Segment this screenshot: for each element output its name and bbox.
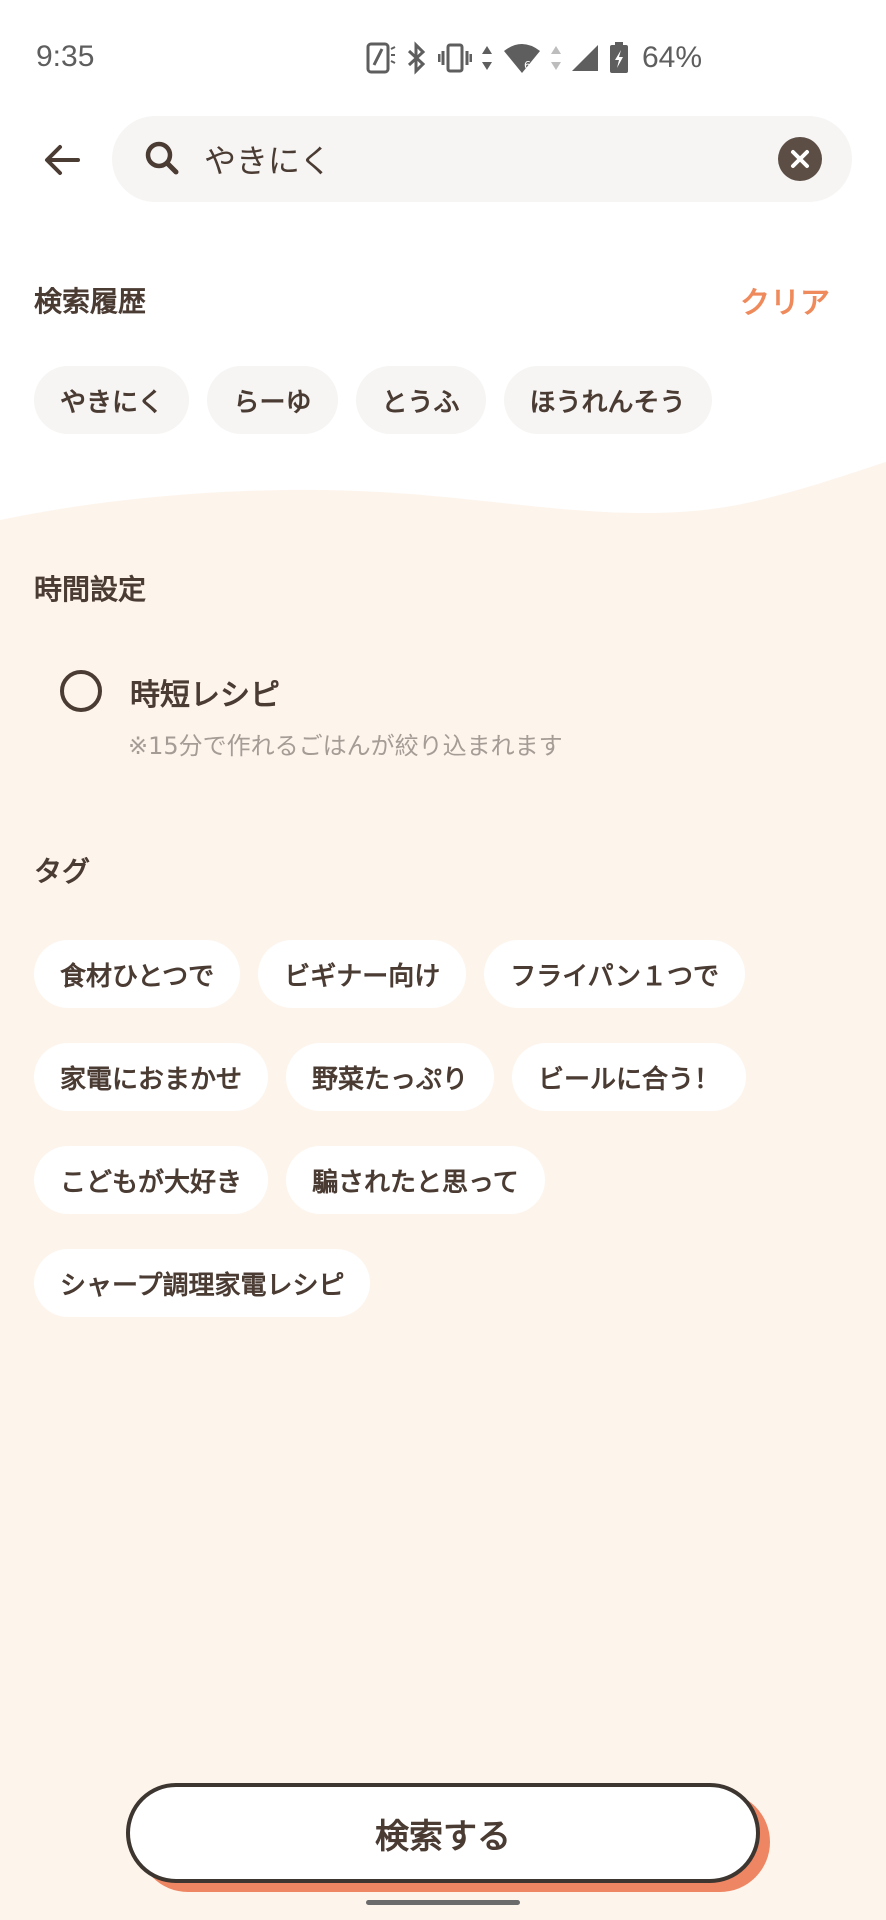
clear-history-button[interactable]: クリア: [740, 278, 830, 322]
tag-chip[interactable]: 騙されたと思って: [286, 1146, 545, 1214]
battery-percent: 64%: [642, 41, 703, 74]
wifi-icon: 6: [504, 44, 540, 73]
history-chip[interactable]: らーゆ: [207, 366, 338, 434]
history-chip[interactable]: ほうれんそう: [503, 366, 712, 434]
quick-recipe-note: ※15分で作れるごはんが絞り込まれます: [128, 732, 563, 760]
tag-chip[interactable]: こどもが大好き: [34, 1146, 269, 1214]
search-bar[interactable]: [112, 116, 852, 202]
history-title: 検索履歴: [34, 285, 147, 318]
vibrate-icon: [438, 43, 472, 73]
tag-chip[interactable]: ビールに合う！: [512, 1043, 747, 1111]
search-input[interactable]: [204, 132, 764, 186]
data-arrows-light-icon: [551, 46, 561, 70]
search-submit-button[interactable]: 検索する: [126, 1783, 760, 1883]
tag-chip[interactable]: フライパン１つで: [484, 940, 745, 1008]
search-icon: [145, 141, 179, 175]
tag-row: こどもが大好き 騙されたと思って: [34, 1146, 545, 1214]
tag-chip[interactable]: シャープ調理家電レシピ: [34, 1249, 371, 1317]
tag-row: 家電におまかせ 野菜たっぷり ビールに合う！: [34, 1043, 747, 1111]
history-chip-list: やきにく らーゆ とうふ ほうれんそう: [34, 366, 712, 434]
tag-chip[interactable]: 家電におまかせ: [34, 1043, 269, 1111]
tag-row: 食材ひとつで ビギナー向け フライパン１つで: [34, 940, 745, 1008]
home-indicator[interactable]: [366, 1900, 520, 1905]
history-chip[interactable]: とうふ: [355, 366, 486, 434]
status-bar: 9:35 6 64%: [0, 0, 886, 118]
close-icon: [791, 150, 809, 168]
tag-chip[interactable]: 野菜たっぷり: [286, 1043, 495, 1111]
time-setting-title: 時間設定: [34, 573, 147, 606]
tag-chip[interactable]: ビギナー向け: [258, 940, 467, 1008]
tag-row: シャープ調理家電レシピ: [34, 1249, 371, 1317]
history-chip[interactable]: やきにく: [34, 366, 190, 434]
signal-icon: [572, 45, 598, 71]
arrow-left-icon: [45, 145, 80, 175]
tags-title: タグ: [34, 855, 91, 888]
quick-recipe-label[interactable]: 時短レシピ: [130, 670, 280, 714]
bluetooth-icon: [407, 41, 426, 75]
nfc-icon: [366, 42, 396, 74]
status-icons: 6 64%: [366, 38, 702, 78]
battery-icon: [610, 42, 628, 73]
quick-recipe-radio[interactable]: [60, 670, 102, 712]
data-arrows-icon: [482, 46, 492, 70]
back-button[interactable]: [34, 132, 90, 188]
status-time: 9:35: [36, 40, 95, 73]
svg-text:6: 6: [524, 59, 531, 72]
tag-chip[interactable]: 食材ひとつで: [34, 940, 241, 1008]
clear-search-icon[interactable]: [778, 137, 822, 181]
wave-divider: [0, 462, 886, 560]
